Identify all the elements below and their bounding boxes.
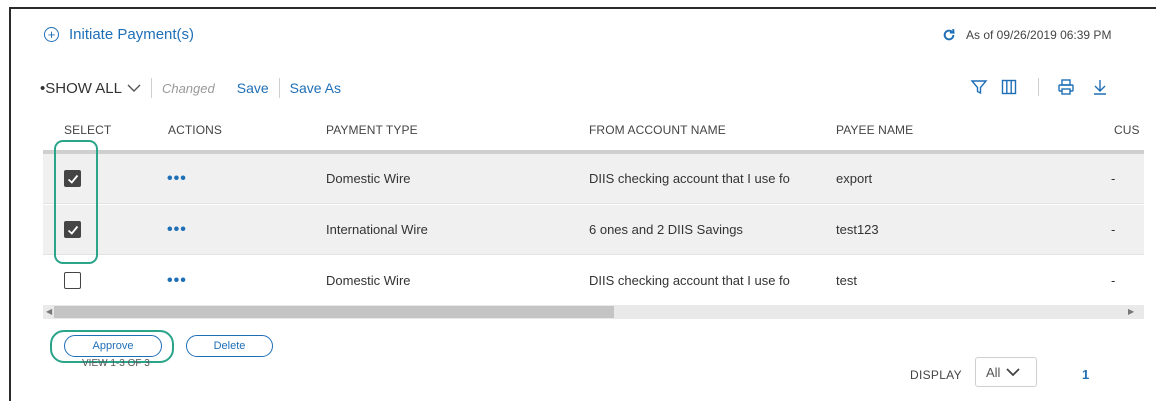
chevron-down-icon xyxy=(1006,368,1021,377)
cus-cell: - xyxy=(1111,171,1116,186)
column-header-cus[interactable]: CUS xyxy=(1114,123,1140,137)
scroll-right-arrow-icon[interactable]: ▶ xyxy=(1128,307,1134,316)
as-of-timestamp: As of 09/26/2019 06:39 PM xyxy=(942,28,1111,42)
from-account-cell: 6 ones and 2 DIIS Savings xyxy=(589,222,743,237)
show-all-label: •SHOW ALL xyxy=(40,79,122,97)
from-account-cell: DIIS checking account that I use fo xyxy=(589,171,790,186)
table-row: ••• International Wire 6 ones and 2 DIIS… xyxy=(43,205,1144,255)
column-header-from-account[interactable]: FROM ACCOUNT NAME xyxy=(589,123,726,137)
icon-divider xyxy=(1038,78,1039,96)
scrollbar-thumb[interactable] xyxy=(54,306,614,318)
row-actions-menu[interactable]: ••• xyxy=(167,154,187,204)
print-icon[interactable] xyxy=(1057,78,1075,96)
cus-cell: - xyxy=(1111,222,1116,237)
payments-panel xyxy=(9,7,1156,401)
row-actions-menu[interactable]: ••• xyxy=(167,256,187,306)
view-toolbar: •SHOW ALL Changed Save Save As xyxy=(40,78,341,98)
row-actions-menu[interactable]: ••• xyxy=(167,205,187,255)
payment-type-cell: Domestic Wire xyxy=(326,273,411,288)
filter-icon[interactable] xyxy=(970,78,988,96)
approve-button[interactable]: Approve xyxy=(64,335,162,357)
save-as-link[interactable]: Save As xyxy=(290,80,341,96)
cus-cell: - xyxy=(1111,273,1116,288)
toolbar-divider xyxy=(278,78,280,98)
column-header-payment-type[interactable]: PAYMENT TYPE xyxy=(326,123,418,137)
table-row: ••• Domestic Wire DIIS checking account … xyxy=(43,256,1144,306)
refresh-icon[interactable] xyxy=(942,28,956,42)
column-header-select: SELECT xyxy=(64,123,112,137)
display-label: DISPLAY xyxy=(910,368,962,382)
show-all-dropdown[interactable]: •SHOW ALL xyxy=(40,80,141,97)
plus-circle-icon: + xyxy=(44,27,59,42)
view-count: VIEW 1-3 OF 3 xyxy=(82,358,150,369)
from-account-cell: DIIS checking account that I use fo xyxy=(589,273,790,288)
display-select-value: All xyxy=(986,364,1001,380)
as-of-text: As of 09/26/2019 06:39 PM xyxy=(966,28,1112,42)
changed-indicator: Changed xyxy=(161,80,215,96)
payment-type-cell: Domestic Wire xyxy=(326,171,411,186)
scroll-left-arrow-icon[interactable]: ◀ xyxy=(46,307,52,316)
save-link[interactable]: Save xyxy=(237,80,269,96)
column-header-actions: ACTIONS xyxy=(168,123,223,137)
payee-name-cell: test xyxy=(836,273,857,288)
initiate-payments-label: Initiate Payment(s) xyxy=(69,26,195,43)
payee-name-cell: test123 xyxy=(836,222,879,237)
delete-button[interactable]: Delete xyxy=(186,335,273,357)
payee-name-cell: export xyxy=(836,171,873,186)
table-row: ••• Domestic Wire DIIS checking account … xyxy=(43,154,1144,204)
initiate-payments-link[interactable]: + Initiate Payment(s) xyxy=(44,26,194,43)
download-icon[interactable] xyxy=(1091,78,1109,96)
row-select-checkbox[interactable] xyxy=(64,272,81,289)
columns-icon[interactable] xyxy=(1000,78,1018,96)
select-column-highlight xyxy=(54,140,98,264)
toolbar-divider xyxy=(150,78,152,98)
chevron-down-icon xyxy=(127,84,141,92)
table-tool-icons xyxy=(970,78,1109,96)
pagination-page-1[interactable]: 1 xyxy=(1082,367,1089,382)
payment-type-cell: International Wire xyxy=(326,222,428,237)
display-count-select[interactable]: All xyxy=(975,357,1037,387)
column-header-payee-name[interactable]: PAYEE NAME xyxy=(836,123,913,137)
